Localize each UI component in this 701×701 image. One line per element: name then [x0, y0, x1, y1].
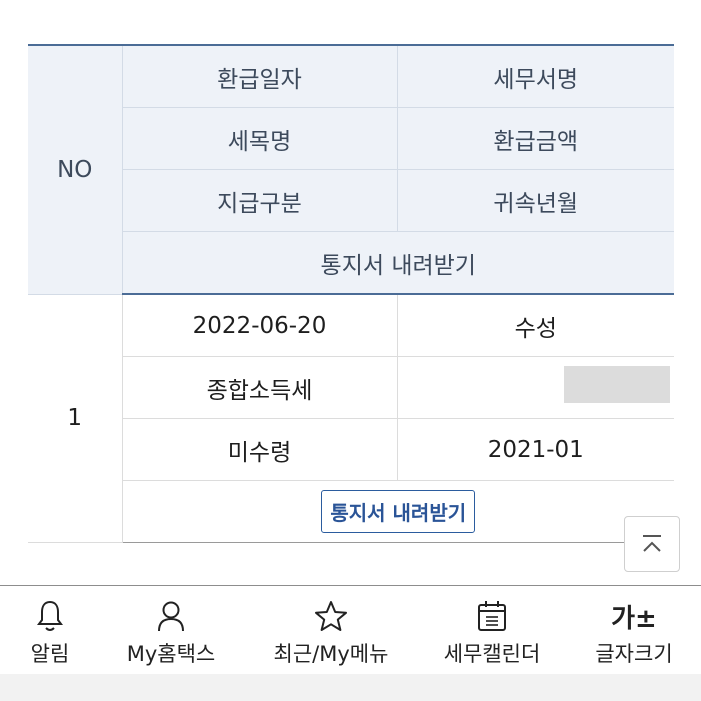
star-icon — [315, 601, 347, 631]
calendar-icon — [478, 601, 506, 631]
bottom-navigation: 알림 My홈택스 최근/My메뉴 세무캘린더 가± 글자크기 — [0, 585, 701, 675]
nav-item-recent-menu[interactable]: 최근/My메뉴 — [260, 586, 402, 675]
header-refund-date: 환급일자 — [121, 44, 397, 108]
chevron-up-icon — [643, 535, 661, 552]
bell-icon — [37, 600, 63, 631]
cell-download: 통지서 내려받기 — [121, 480, 674, 543]
nav-label-recent-menu: 최근/My메뉴 — [273, 642, 389, 666]
download-notice-button[interactable]: 통지서 내려받기 — [321, 490, 476, 533]
nav-item-font-size[interactable]: 가± 글자크기 — [584, 586, 684, 675]
cell-payment-type: 미수령 — [121, 418, 397, 481]
header-refund-amount: 환급금액 — [396, 107, 674, 170]
table-row: 종합소득세 — [28, 356, 674, 419]
cell-tax-item: 종합소득세 — [121, 356, 397, 419]
header-payment-type: 지급구분 — [121, 169, 397, 232]
header-no: NO — [28, 44, 122, 295]
header-attribution-month: 귀속년월 — [396, 169, 674, 232]
masked-amount — [564, 366, 670, 403]
header-tax-office: 세무서명 — [396, 44, 674, 108]
nav-item-tax-calendar[interactable]: 세무캘린더 — [432, 586, 552, 675]
nav-label-tax-calendar: 세무캘린더 — [443, 642, 541, 666]
header-download: 통지서 내려받기 — [121, 231, 674, 295]
table-row: 통지서 내려받기 — [28, 480, 674, 543]
nav-item-alarm[interactable]: 알림 — [12, 586, 88, 675]
table-row: 1 2022-06-20 수성 — [28, 294, 674, 543]
cell-tax-office: 수성 — [396, 294, 674, 357]
nav-label-font-size: 글자크기 — [595, 642, 673, 666]
nav-item-my-hometax[interactable]: My홈택스 — [108, 586, 234, 675]
refund-table: NO 환급일자 세무서명 세목명 환급금액 지급구분 귀속년월 통지서 내려받기… — [28, 44, 674, 543]
nav-label-my-hometax: My홈택스 — [126, 642, 216, 666]
bottom-safe-area — [0, 674, 701, 701]
person-icon — [158, 601, 184, 632]
font-size-icon: 가± — [611, 603, 657, 634]
table-header: NO 환급일자 세무서명 세목명 환급금액 지급구분 귀속년월 통지서 내려받기 — [28, 44, 674, 295]
row-no: 1 — [28, 294, 122, 543]
scroll-top-button[interactable] — [624, 516, 680, 572]
cell-refund-amount — [396, 356, 674, 419]
refund-table-container: NO 환급일자 세무서명 세목명 환급금액 지급구분 귀속년월 통지서 내려받기… — [28, 44, 674, 543]
table-row: 미수령 2021-01 — [28, 418, 674, 481]
cell-refund-date: 2022-06-20 — [121, 294, 397, 357]
table-body: 1 2022-06-20 수성 종합소득세 미수령 2021-01 통지서 내려… — [28, 294, 674, 543]
header-tax-item: 세목명 — [121, 107, 397, 170]
nav-label-alarm: 알림 — [30, 642, 70, 666]
cell-attribution-month: 2021-01 — [396, 418, 674, 481]
